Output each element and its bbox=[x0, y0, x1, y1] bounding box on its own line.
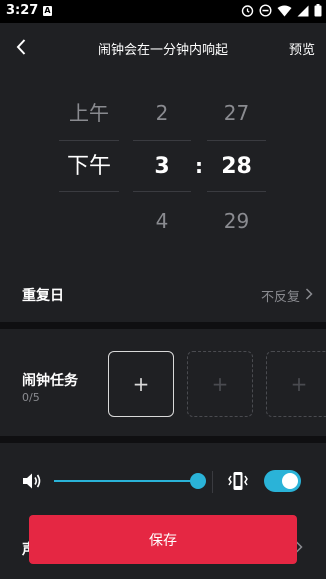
minute-option[interactable]: 29 bbox=[207, 194, 266, 248]
ampm-option[interactable]: 上午 bbox=[59, 86, 119, 140]
cellular-icon bbox=[297, 5, 309, 16]
do-not-disturb-icon bbox=[259, 4, 272, 17]
toggle-knob bbox=[282, 473, 298, 489]
chevron-right-icon bbox=[305, 288, 313, 300]
vibrate-icon bbox=[228, 472, 248, 490]
empty-task-slot: + bbox=[266, 351, 326, 417]
tasks-label: 闹钟任务 bbox=[22, 373, 78, 389]
time-picker[interactable]: 上午 下午 2 3 4 : 27 28 29 bbox=[0, 71, 326, 281]
notification-a-icon: A bbox=[43, 6, 52, 16]
vertical-divider bbox=[212, 471, 213, 493]
tasks-count: 0/5 bbox=[22, 391, 40, 404]
repeat-row[interactable]: 重复日 不反复 bbox=[0, 273, 326, 317]
save-button[interactable]: 保存 bbox=[29, 515, 297, 564]
add-task-button[interactable]: + bbox=[108, 351, 174, 417]
volume-slider-track[interactable] bbox=[54, 480, 198, 482]
volume-row bbox=[0, 463, 326, 501]
selection-line bbox=[59, 140, 119, 141]
hour-option[interactable]: 2 bbox=[133, 86, 191, 140]
status-bar: 3:27 A bbox=[0, 0, 326, 23]
hour-wheel[interactable]: 2 3 4 bbox=[133, 71, 191, 248]
repeat-label: 重复日 bbox=[22, 288, 64, 304]
alarm-edit-screen: 闹钟会在一分钟内响起 预览 上午 下午 2 3 4 : 27 28 29 重复日… bbox=[0, 23, 326, 579]
alarm-icon bbox=[241, 5, 254, 17]
volume-slider-thumb[interactable] bbox=[190, 473, 206, 489]
ampm-selected[interactable]: 下午 bbox=[59, 140, 119, 194]
minute-option[interactable]: 27 bbox=[207, 86, 266, 140]
selection-line bbox=[207, 140, 266, 141]
volume-icon bbox=[23, 473, 41, 489]
alarm-tasks-section: 闹钟任务 0/5 + + + bbox=[0, 329, 326, 436]
selection-line bbox=[207, 191, 266, 192]
status-icons bbox=[241, 4, 322, 17]
battery-icon bbox=[314, 4, 322, 17]
preview-button[interactable]: 预览 bbox=[289, 39, 315, 58]
section-divider bbox=[0, 436, 326, 443]
hour-option[interactable]: 4 bbox=[133, 194, 191, 248]
ampm-option[interactable] bbox=[59, 194, 119, 248]
section-divider bbox=[0, 322, 326, 329]
ampm-wheel[interactable]: 上午 下午 bbox=[59, 71, 119, 248]
hour-selected[interactable]: 3 bbox=[133, 140, 191, 194]
page-title: 闹钟会在一分钟内响起 bbox=[97, 43, 228, 58]
repeat-value[interactable]: 不反复 bbox=[261, 286, 300, 305]
minute-selected[interactable]: 28 bbox=[207, 140, 266, 194]
time-separator: : bbox=[195, 154, 203, 178]
empty-task-slot: + bbox=[187, 351, 253, 417]
header: 闹钟会在一分钟内响起 预览 bbox=[0, 23, 326, 71]
wifi-icon bbox=[277, 5, 292, 16]
minute-wheel[interactable]: 27 28 29 bbox=[207, 71, 266, 248]
status-time: 3:27 bbox=[6, 3, 39, 18]
selection-line bbox=[59, 191, 119, 192]
vibrate-toggle[interactable] bbox=[264, 470, 301, 492]
selection-line bbox=[133, 191, 191, 192]
selection-line bbox=[133, 140, 191, 141]
